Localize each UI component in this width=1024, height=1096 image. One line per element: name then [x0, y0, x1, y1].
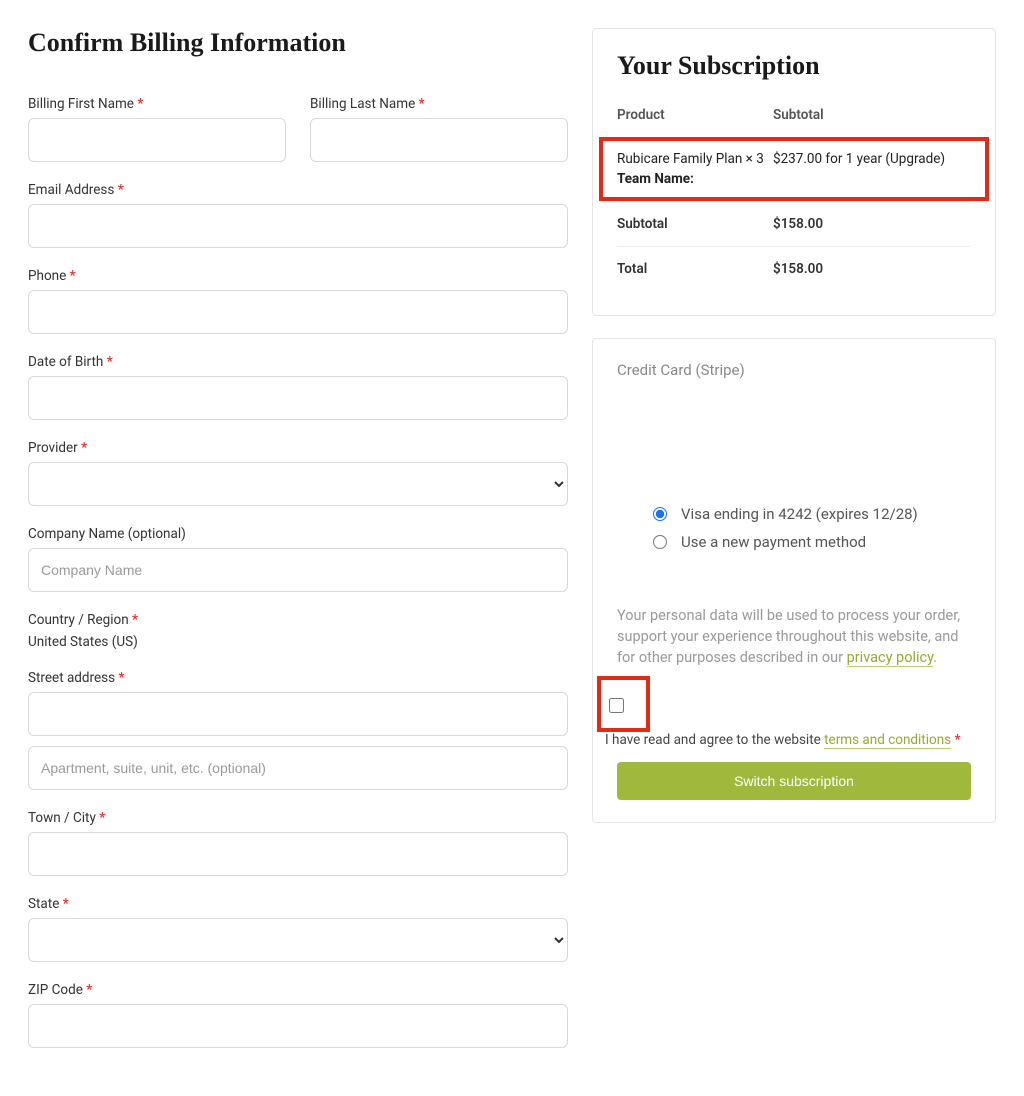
company-label: Company Name (optional): [28, 526, 568, 542]
required-marker: *: [70, 268, 76, 284]
email-input[interactable]: [28, 204, 568, 248]
required-marker: *: [63, 896, 69, 912]
country-value: United States (US): [28, 634, 568, 650]
last-name-label: Billing Last Name *: [310, 96, 568, 112]
new-method-option[interactable]: Use a new payment method: [653, 533, 971, 551]
company-input[interactable]: [28, 548, 568, 592]
subtotal-label: Subtotal: [617, 216, 773, 232]
payment-method-title: Credit Card (Stripe): [617, 361, 971, 379]
privacy-text: Your personal data will be used to proce…: [617, 605, 971, 668]
street-label: Street address *: [28, 670, 568, 686]
first-name-label: Billing First Name *: [28, 96, 286, 112]
total-value: $158.00: [773, 261, 971, 277]
required-marker: *: [107, 354, 113, 370]
saved-card-label: Visa ending in 4242 (expires 12/28): [681, 505, 918, 523]
billing-title: Confirm Billing Information: [28, 28, 568, 58]
provider-label: Provider *: [28, 440, 568, 456]
product-name: Rubicare Family Plan × 3: [617, 151, 764, 167]
saved-card-radio[interactable]: [653, 507, 667, 521]
required-marker: *: [955, 732, 961, 748]
dob-input[interactable]: [28, 376, 568, 420]
subtotal-header: Subtotal: [773, 107, 971, 123]
city-input[interactable]: [28, 832, 568, 876]
email-label: Email Address *: [28, 182, 568, 198]
first-name-input[interactable]: [28, 118, 286, 162]
privacy-policy-link[interactable]: privacy policy: [847, 649, 934, 667]
street2-input[interactable]: [28, 746, 568, 790]
zip-input[interactable]: [28, 1004, 568, 1048]
switch-subscription-button[interactable]: Switch subscription: [617, 762, 971, 800]
subtotal-value: $158.00: [773, 216, 971, 232]
required-marker: *: [99, 810, 105, 826]
saved-card-option[interactable]: Visa ending in 4242 (expires 12/28): [653, 505, 971, 523]
phone-input[interactable]: [28, 290, 568, 334]
highlighted-terms-checkbox: [597, 676, 650, 732]
terms-checkbox[interactable]: [609, 698, 624, 713]
product-header: Product: [617, 107, 773, 123]
zip-label: ZIP Code *: [28, 982, 568, 998]
required-marker: *: [118, 670, 124, 686]
dob-label: Date of Birth *: [28, 354, 568, 370]
required-marker: *: [137, 96, 143, 112]
required-marker: *: [132, 612, 138, 628]
phone-label: Phone *: [28, 268, 568, 284]
required-marker: *: [81, 440, 87, 456]
state-label: State *: [28, 896, 568, 912]
state-select[interactable]: [28, 918, 568, 962]
country-label: Country / Region *: [28, 612, 568, 628]
terms-text: I have read and agree to the website: [605, 732, 824, 748]
new-method-label: Use a new payment method: [681, 533, 866, 551]
city-label: Town / City *: [28, 810, 568, 826]
required-marker: *: [419, 96, 425, 112]
total-label: Total: [617, 261, 773, 277]
last-name-input[interactable]: [310, 118, 568, 162]
new-method-radio[interactable]: [653, 535, 667, 549]
team-name-label: Team Name:: [617, 171, 765, 187]
required-marker: *: [86, 982, 92, 998]
required-marker: *: [118, 182, 124, 198]
street1-input[interactable]: [28, 692, 568, 736]
product-price: $237.00 for 1 year (Upgrade): [773, 151, 971, 187]
terms-link[interactable]: terms and conditions: [824, 732, 951, 749]
highlighted-product-row: Rubicare Family Plan × 3 Team Name: $237…: [599, 137, 989, 201]
provider-select[interactable]: [28, 462, 568, 506]
subscription-title: Your Subscription: [617, 51, 971, 81]
